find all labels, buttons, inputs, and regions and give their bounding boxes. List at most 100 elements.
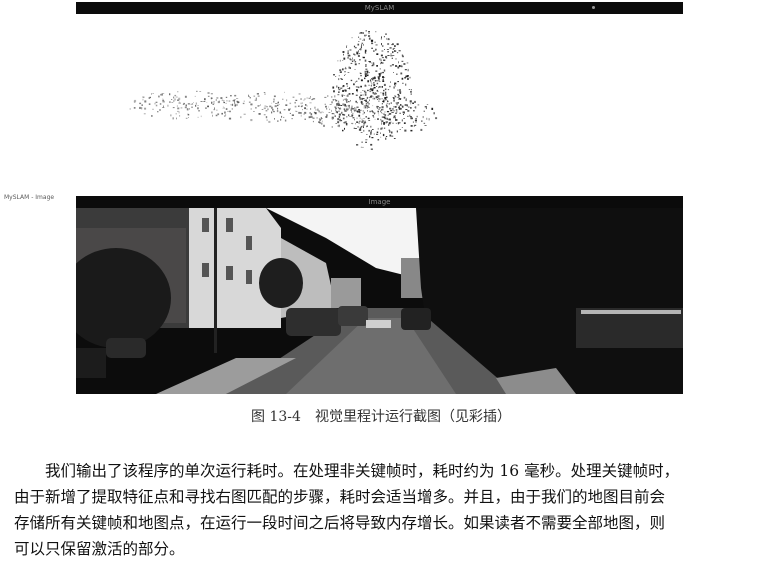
map-point (314, 106, 316, 109)
map-point (152, 108, 154, 110)
map-point (291, 118, 293, 120)
map-point (158, 95, 160, 98)
map-point (364, 70, 367, 73)
map-point (364, 77, 366, 80)
map-point (200, 101, 203, 102)
map-point (283, 116, 285, 118)
map-point (390, 55, 393, 57)
map-point (407, 77, 409, 80)
map-point (176, 105, 178, 107)
map-point (141, 104, 143, 106)
map-point (383, 89, 385, 92)
map-point (362, 125, 365, 126)
image-viewer-title: Image (368, 198, 391, 206)
map-point (366, 34, 367, 36)
map-point (360, 94, 362, 96)
map-point (343, 53, 344, 55)
map-point (340, 107, 341, 110)
map-point (331, 113, 334, 115)
map-point (349, 55, 351, 57)
map-point (328, 112, 331, 113)
map-point (337, 118, 340, 121)
map-point (370, 39, 374, 42)
map-point (186, 108, 189, 111)
map-point (333, 113, 335, 115)
map-point (392, 55, 395, 56)
map-point (339, 59, 341, 62)
map-point (199, 91, 202, 92)
map-point (344, 106, 347, 108)
map-point (285, 104, 288, 106)
map-point (371, 78, 373, 80)
map-point (381, 98, 383, 100)
map-point (171, 99, 173, 100)
map-point (409, 100, 412, 103)
map-point (369, 89, 372, 90)
map-point (302, 109, 303, 111)
map-point (324, 96, 327, 98)
map-point (354, 108, 357, 110)
map-point (372, 63, 375, 66)
map-point (298, 105, 300, 107)
map-point (301, 102, 303, 104)
map-point (339, 69, 342, 71)
map-point (366, 134, 368, 135)
point-cloud-canvas (76, 14, 683, 195)
map-point (338, 110, 340, 112)
map-point (261, 109, 264, 110)
map-point (228, 117, 232, 120)
map-point (365, 100, 367, 102)
map-point (383, 99, 385, 101)
map-point (274, 118, 275, 120)
map-point (375, 92, 377, 94)
map-point (346, 83, 348, 85)
map-point (410, 116, 412, 118)
map-point (313, 111, 315, 114)
map-point (144, 100, 147, 103)
map-point (362, 146, 364, 148)
body-paragraph: 我们输出了该程序的单次运行耗时。在处理非关键帧时，耗时约为 16 毫秒。处理关键… (14, 458, 749, 562)
map-point (406, 104, 408, 107)
map-point (332, 86, 335, 89)
map-point (401, 119, 403, 122)
map-point (310, 108, 312, 110)
map-point (269, 105, 272, 108)
map-point (263, 92, 266, 93)
map-point (361, 103, 364, 105)
map-point (248, 94, 249, 97)
map-point (394, 50, 395, 52)
map-point (378, 86, 381, 88)
map-point (398, 98, 399, 100)
map-point (353, 127, 355, 129)
map-point (159, 103, 162, 105)
map-point (376, 80, 378, 82)
map-point (386, 105, 388, 108)
map-point (386, 49, 389, 50)
map-point (310, 113, 313, 115)
map-point (414, 119, 417, 122)
map-point (351, 60, 354, 62)
map-point (377, 139, 380, 141)
map-point (222, 108, 224, 109)
map-point (392, 110, 395, 112)
map-point (399, 122, 401, 124)
map-point (337, 60, 339, 62)
map-point (266, 106, 268, 108)
map-point (378, 98, 381, 100)
map-point (264, 93, 266, 95)
map-point (343, 108, 345, 111)
map-point (412, 102, 414, 104)
map-point (213, 101, 215, 103)
map-point (403, 63, 406, 65)
map-point (152, 93, 154, 94)
map-point (417, 104, 420, 106)
map-point (394, 45, 396, 47)
map-point (326, 107, 328, 110)
map-point (383, 127, 386, 129)
map-point (141, 107, 143, 110)
map-point (416, 115, 418, 118)
map-point (371, 110, 373, 112)
map-point (394, 106, 397, 108)
map-point (383, 83, 386, 86)
map-point (231, 108, 233, 110)
